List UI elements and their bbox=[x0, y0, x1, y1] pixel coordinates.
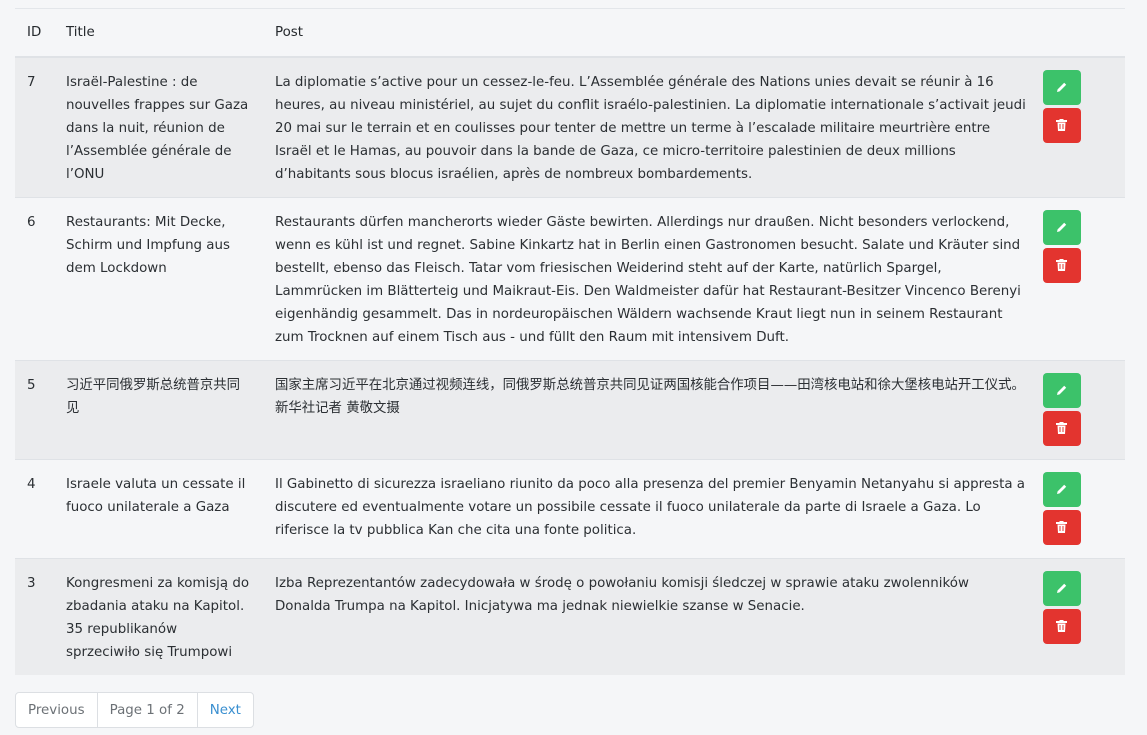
row-actions bbox=[1038, 558, 1125, 675]
pencil-icon bbox=[1057, 385, 1067, 395]
row-post: 国家主席习近平在北京通过视频连线，同俄罗斯总统普京共同见证两国核能合作项目——田… bbox=[263, 360, 1038, 460]
column-header-title: Title bbox=[54, 8, 263, 58]
trash-icon bbox=[1056, 422, 1067, 434]
pagination: Previous Page 1 of 2 Next bbox=[15, 692, 254, 728]
page-indicator: Page 1 of 2 bbox=[98, 693, 198, 727]
row-actions bbox=[1038, 360, 1125, 460]
delete-button[interactable] bbox=[1043, 510, 1081, 545]
row-id: 5 bbox=[15, 360, 54, 460]
row-post: Restaurants dürfen mancherorts wieder Gä… bbox=[263, 197, 1038, 361]
pencil-icon bbox=[1057, 583, 1067, 593]
trash-icon bbox=[1056, 118, 1067, 131]
row-id: 4 bbox=[15, 459, 54, 559]
trash-icon bbox=[1056, 259, 1067, 271]
table-row: 6 Restaurants: Mit Decke, Schirm und Imp… bbox=[15, 197, 1125, 361]
row-actions bbox=[1038, 459, 1125, 559]
column-header-id: ID bbox=[15, 8, 54, 58]
delete-button[interactable] bbox=[1043, 107, 1081, 143]
delete-button[interactable] bbox=[1043, 609, 1081, 644]
pencil-icon bbox=[1057, 484, 1067, 494]
row-title: Kongresmeni za komisją do zbadania ataku… bbox=[54, 558, 263, 675]
table-row: 5 习近平同俄罗斯总统普京共同见 国家主席习近平在北京通过视频连线，同俄罗斯总统… bbox=[15, 360, 1125, 460]
row-title: Israël-Palestine : de nouvelles frappes … bbox=[54, 56, 263, 198]
row-id: 3 bbox=[15, 558, 54, 675]
delete-button[interactable] bbox=[1043, 248, 1081, 283]
pencil-icon bbox=[1057, 82, 1067, 92]
row-title: Restaurants: Mit Decke, Schirm und Impfu… bbox=[54, 197, 263, 361]
row-post: Izba Reprezentantów zadecydowała w środę… bbox=[263, 558, 1038, 675]
edit-button[interactable] bbox=[1043, 571, 1081, 606]
column-header-actions bbox=[1038, 8, 1125, 58]
row-actions bbox=[1038, 56, 1125, 198]
row-title: Israele valuta un cessate il fuoco unila… bbox=[54, 459, 263, 559]
row-actions bbox=[1038, 197, 1125, 361]
row-title: 习近平同俄罗斯总统普京共同见 bbox=[54, 360, 263, 460]
edit-button[interactable] bbox=[1043, 373, 1081, 408]
table-row: 4 Israele valuta un cessate il fuoco uni… bbox=[15, 459, 1125, 559]
previous-page-button[interactable]: Previous bbox=[16, 693, 98, 727]
row-id: 7 bbox=[15, 56, 54, 198]
trash-icon bbox=[1056, 521, 1067, 533]
row-id: 6 bbox=[15, 197, 54, 361]
edit-button[interactable] bbox=[1043, 210, 1081, 245]
posts-table: ID Title Post 7 Israël-Palestine : de no… bbox=[15, 8, 1125, 675]
table-header-row: ID Title Post bbox=[15, 8, 1125, 58]
pencil-icon bbox=[1057, 222, 1067, 232]
delete-button[interactable] bbox=[1043, 411, 1081, 446]
next-page-button[interactable]: Next bbox=[198, 693, 253, 727]
row-post: La diplomatie s’active pour un cessez-le… bbox=[263, 56, 1038, 198]
table-row: 3 Kongresmeni za komisją do zbadania ata… bbox=[15, 558, 1125, 675]
posts-table-container: ID Title Post 7 Israël-Palestine : de no… bbox=[15, 8, 1125, 675]
edit-button[interactable] bbox=[1043, 69, 1081, 105]
column-header-post: Post bbox=[263, 8, 1038, 58]
row-post: Il Gabinetto di sicurezza israeliano riu… bbox=[263, 459, 1038, 559]
table-row: 7 Israël-Palestine : de nouvelles frappe… bbox=[15, 56, 1125, 198]
edit-button[interactable] bbox=[1043, 472, 1081, 507]
trash-icon bbox=[1056, 620, 1067, 632]
